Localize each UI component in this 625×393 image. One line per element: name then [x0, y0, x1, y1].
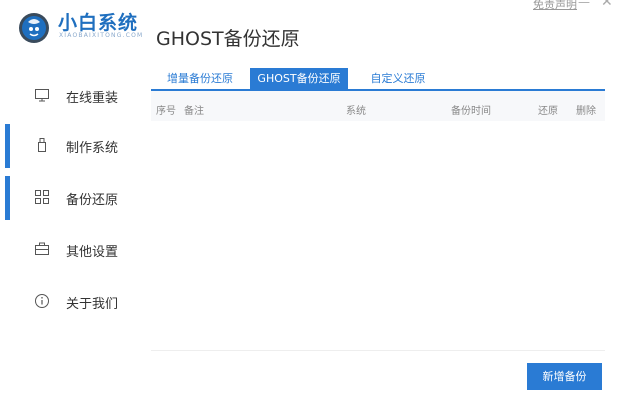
column-header-remark: 备注	[184, 106, 204, 117]
column-header-restore: 还原	[538, 106, 558, 117]
briefcase-icon	[34, 241, 50, 257]
divider	[151, 350, 605, 351]
sidebar-item-label: 其他设置	[66, 245, 119, 260]
page-title: GHOST备份还原	[156, 28, 300, 50]
monitor-icon	[34, 87, 50, 103]
minimize-button[interactable]: —	[578, 0, 590, 9]
close-button[interactable]: ✕	[601, 0, 613, 10]
add-backup-button[interactable]: 新增备份	[527, 363, 602, 390]
app-subtitle: XIAOBAIXITONG.COM	[59, 32, 144, 39]
usb-icon	[34, 137, 50, 153]
column-header-delete: 删除	[576, 106, 596, 117]
sidebar-item-online-reinstall[interactable]: 在线重装	[0, 74, 140, 118]
sidebar-item-about-us[interactable]: 关于我们	[0, 280, 140, 324]
active-indicator	[5, 124, 10, 168]
sidebar-item-label: 制作系统	[66, 141, 119, 156]
column-header-system: 系统	[346, 106, 366, 117]
sidebar-item-make-system[interactable]: 制作系统	[0, 124, 140, 168]
sidebar-item-label: 关于我们	[66, 297, 119, 312]
info-icon	[34, 293, 50, 309]
sidebar-item-other-settings[interactable]: 其他设置	[0, 228, 140, 272]
app-name: 小白系统	[58, 12, 139, 34]
column-header-backup-time: 备份时间	[451, 106, 491, 117]
sidebar-item-backup-restore[interactable]: 备份还原	[0, 176, 140, 220]
sidebar-item-label: 在线重装	[66, 91, 119, 106]
app-logo-icon	[18, 12, 50, 44]
tab-custom-restore[interactable]: 自定义还原	[359, 68, 437, 90]
tab-ghost-backup[interactable]: GHOST备份还原	[250, 68, 348, 90]
tab-incremental-backup[interactable]: 增量备份还原	[156, 68, 244, 90]
column-header-index: 序号	[156, 106, 176, 117]
grid-icon	[34, 189, 50, 205]
sidebar-item-label: 备份还原	[66, 193, 119, 208]
table-header	[151, 91, 605, 121]
active-indicator	[5, 176, 10, 220]
disclaimer-link[interactable]: 免责声明	[533, 0, 577, 12]
